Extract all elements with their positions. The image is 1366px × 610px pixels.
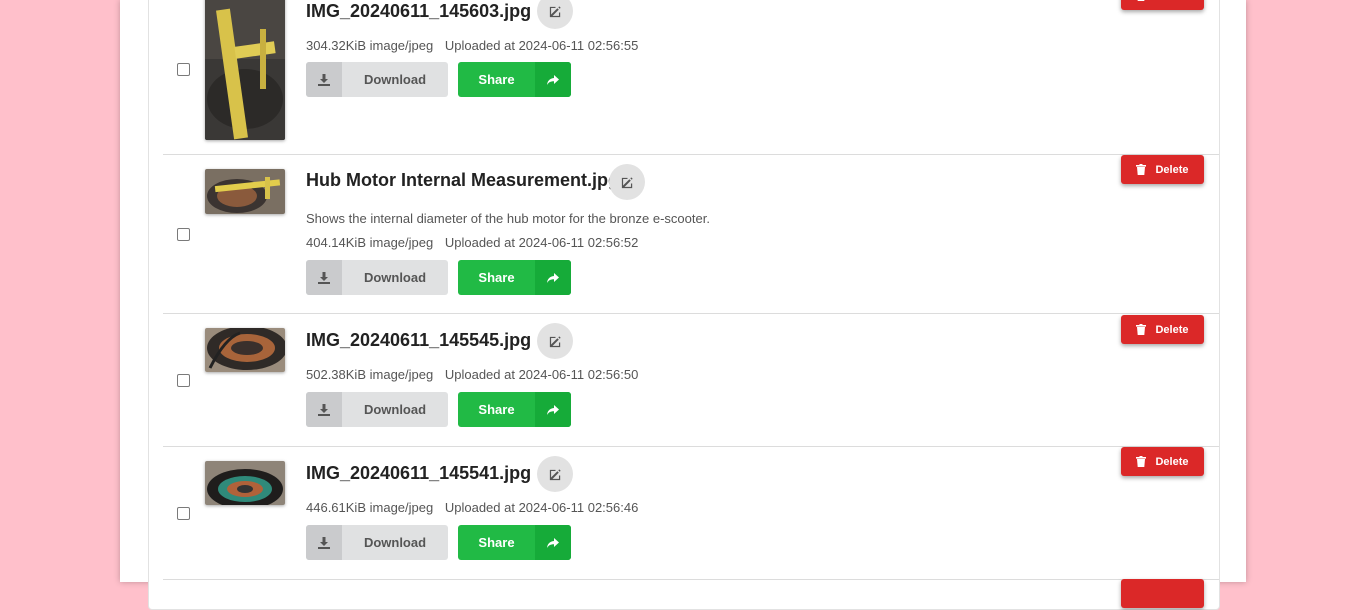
delete-button[interactable]: Delete [1121, 0, 1204, 10]
share-button[interactable]: Share [458, 392, 571, 427]
file-mime: image/jpeg [369, 38, 434, 53]
download-button[interactable]: Download [306, 260, 448, 295]
download-label: Download [363, 535, 427, 550]
file-row: IMG_20240611_145541.jpg 446.61KiB image/… [163, 446, 1219, 580]
upload-time: Uploaded at 2024-06-11 02:56:46 [444, 500, 639, 515]
file-name: IMG_20240611_145603.jpg [306, 1, 532, 21]
file-meta: 304.32KiB image/jpeg Uploaded at 2024-06… [306, 38, 638, 53]
edit-button[interactable] [537, 323, 573, 359]
share-button[interactable]: Share [458, 525, 571, 560]
select-checkbox[interactable] [177, 228, 190, 241]
file-meta: 446.61KiB image/jpeg Uploaded at 2024-06… [306, 500, 638, 515]
trash-icon [1138, 0, 1145, 1]
share-label: Share [478, 270, 515, 285]
download-button[interactable]: Download [306, 62, 448, 97]
download-button[interactable]: Download [306, 392, 448, 427]
file-size: 502.38KiB [306, 367, 366, 382]
share-label: Share [478, 535, 515, 550]
share-arrow-icon [547, 537, 559, 548]
edit-icon [621, 176, 633, 188]
delete-label: Delete [1155, 0, 1188, 2]
upload-time: Uploaded at 2024-06-11 02:56:52 [444, 235, 639, 250]
delete-label: Delete [1155, 163, 1189, 176]
file-mime: image/jpeg [369, 367, 434, 382]
file-thumbnail[interactable] [205, 328, 285, 372]
share-label: Share [478, 402, 515, 417]
download-icon [318, 536, 330, 549]
file-meta: 404.14KiB image/jpeg Uploaded at 2024-06… [306, 235, 638, 250]
trash-icon [1136, 456, 1147, 467]
file-thumbnail[interactable] [205, 169, 285, 214]
page-container: IMG_20240611_145603.jpg 304.32KiB image/… [120, 0, 1246, 610]
select-checkbox[interactable] [177, 507, 190, 520]
file-name: IMG_20240611_145541.jpg [306, 463, 532, 483]
file-name: Hub Motor Internal Measurement.jpg [306, 170, 620, 190]
upload-time: Uploaded at 2024-06-11 02:56:50 [444, 367, 639, 382]
file-size: 446.61KiB [306, 500, 366, 515]
file-meta: 502.38KiB image/jpeg Uploaded at 2024-06… [306, 367, 638, 382]
file-thumbnail[interactable] [205, 0, 285, 140]
download-icon [318, 403, 330, 416]
delete-label: Delete [1155, 455, 1189, 468]
download-button[interactable]: Download [306, 525, 448, 560]
delete-button[interactable] [1121, 579, 1204, 608]
file-size: 404.14KiB [306, 235, 366, 250]
trash-icon [1136, 164, 1147, 175]
delete-button[interactable]: Delete [1121, 315, 1204, 344]
edit-button[interactable] [537, 456, 573, 492]
file-row: IMG_20240611_145603.jpg 304.32KiB image/… [163, 0, 1219, 155]
share-arrow-icon [547, 272, 559, 283]
share-label: Share [478, 72, 515, 87]
file-size: 304.32KiB [306, 38, 366, 53]
share-arrow-icon [547, 404, 559, 415]
file-mime: image/jpeg [369, 235, 434, 250]
edit-button[interactable] [537, 0, 573, 29]
share-button[interactable]: Share [458, 62, 571, 97]
file-description: Shows the internal diameter of the hub m… [306, 211, 710, 226]
file-list-panel: IMG_20240611_145603.jpg 304.32KiB image/… [148, 0, 1220, 610]
file-thumbnail[interactable] [205, 461, 285, 505]
share-button[interactable]: Share [458, 260, 571, 295]
edit-icon [549, 335, 561, 347]
download-label: Download [363, 402, 427, 417]
upload-time: Uploaded at 2024-06-11 02:56:55 [444, 38, 639, 53]
file-name: IMG_20240611_145545.jpg [306, 330, 532, 350]
download-label: Download [363, 72, 427, 87]
file-mime: image/jpeg [369, 500, 434, 515]
download-icon [318, 73, 330, 86]
delete-label: Delete [1155, 323, 1189, 336]
share-arrow-icon [547, 74, 559, 85]
download-label: Download [363, 270, 427, 285]
edit-button[interactable] [609, 164, 645, 200]
select-checkbox[interactable] [177, 63, 190, 76]
edit-icon [549, 468, 561, 480]
file-row: IMG_20240611_145545.jpg 502.38KiB image/… [163, 313, 1219, 447]
delete-button[interactable]: Delete [1121, 155, 1204, 184]
trash-icon [1136, 324, 1147, 335]
delete-button[interactable]: Delete [1121, 447, 1204, 476]
file-row: Hub Motor Internal Measurement.jpg Shows… [163, 154, 1219, 314]
edit-icon [549, 5, 561, 17]
select-checkbox[interactable] [177, 374, 190, 387]
download-icon [318, 271, 330, 284]
